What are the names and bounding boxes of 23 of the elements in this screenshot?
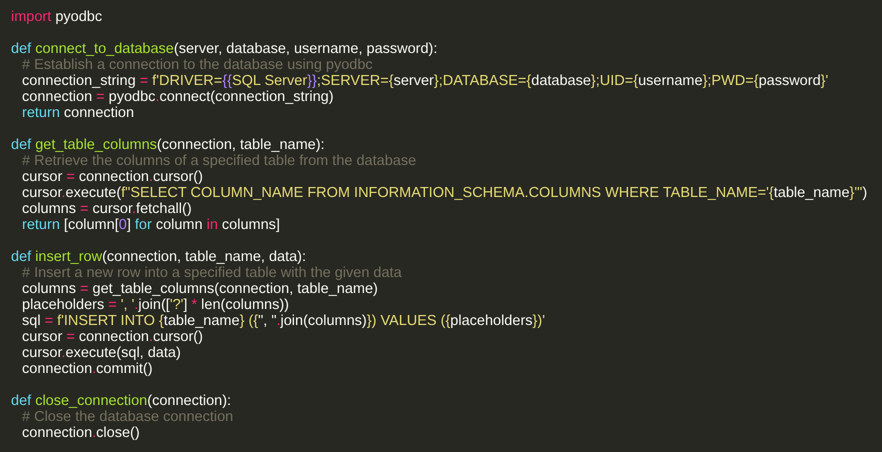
code-line: cursor.execute(f"SELECT COLUMN_NAME FROM INFORMATION_SCHEMA.COLUMNS WHERE TABLE_NAME='{table_name}'"): [22, 185, 868, 201]
code-line: connection = pyodbc.connect(connection_string): [22, 89, 334, 105]
code-line: def get_table_columns(connection, table_name):: [11, 137, 325, 153]
code-line: def connect_to_database(server, database, username, password):: [11, 41, 438, 57]
code-line: placeholders = ', '.join(['?'] * len(columns)): [22, 297, 289, 313]
code-line: connection.commit(): [22, 361, 153, 377]
code-line: cursor = connection.cursor(): [22, 169, 203, 185]
code-line: def close_connection(connection):: [11, 393, 232, 409]
code-line: return [column[0] for column in columns]: [22, 217, 280, 233]
code-line: cursor = connection.cursor(): [22, 329, 203, 345]
code-line: return connection: [22, 105, 134, 121]
code-line: import pyodbc: [11, 9, 102, 25]
code-line: # Insert a new row into a specified table with the given data: [22, 265, 402, 281]
code-line: # Retrieve the columns of a specified table from the database: [22, 153, 416, 169]
code-line: # Establish a connection to the database using pyodbc: [22, 57, 373, 73]
code-line: cursor.execute(sql, data): [22, 345, 181, 361]
code-line: columns = get_table_columns(connection, table_name): [22, 281, 378, 297]
code-line: connection_string = f'DRIVER={{SQL Server}};SERVER={server};DATABASE={database};UID={username};PWD={password}': [22, 73, 828, 89]
code-line: # Close the database connection: [22, 409, 234, 425]
code-line: def insert_row(connection, table_name, data):: [11, 249, 306, 265]
code-line: columns = cursor.fetchall(): [22, 201, 192, 217]
code-line: connection.close(): [22, 425, 140, 441]
code-line: sql = f'INSERT INTO {table_name} ({", ".join(columns)}) VALUES ({placeholders})': [22, 313, 545, 329]
